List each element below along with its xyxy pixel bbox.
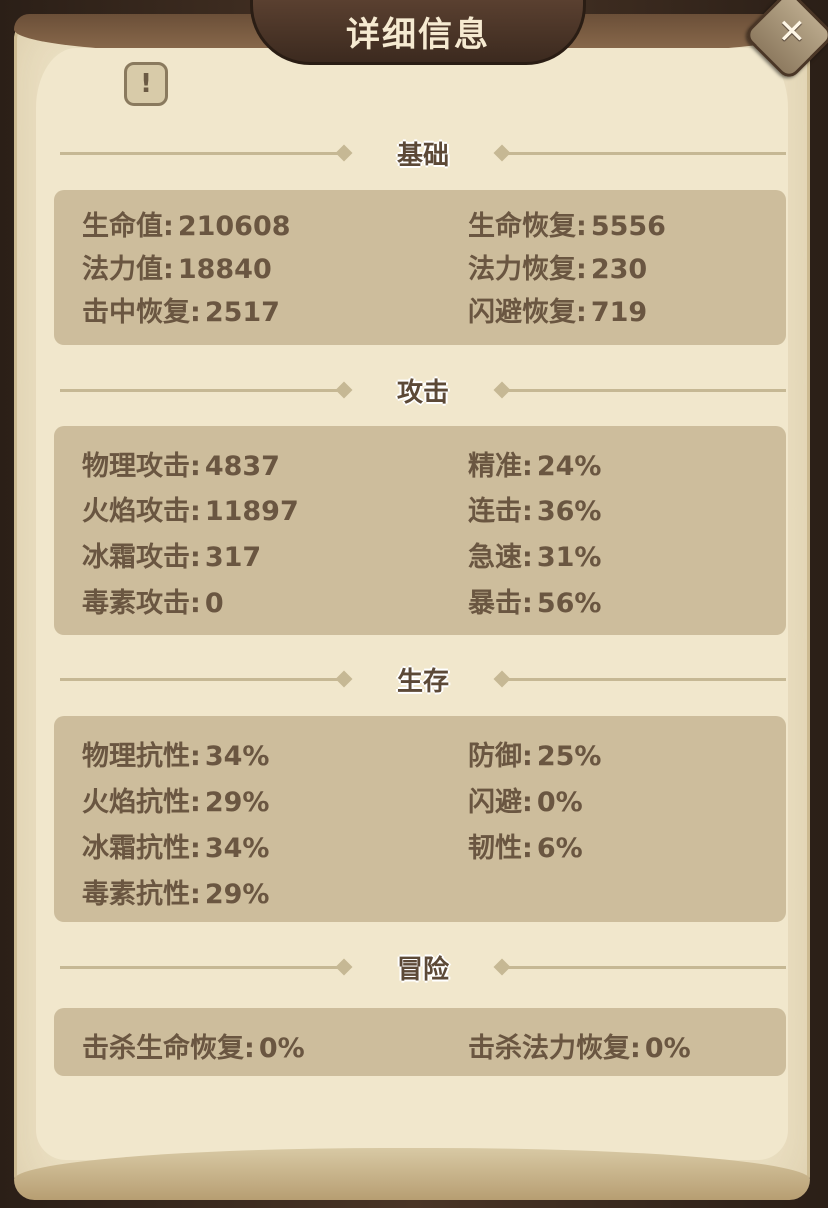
stat-row: 物理抗性: 34% <box>82 741 270 772</box>
divider <box>60 388 348 392</box>
divider <box>498 151 786 155</box>
stat-row: 火焰抗性: 29% <box>82 787 270 818</box>
stat-row: 暴击: 56% <box>468 588 602 619</box>
section-label: 攻击 <box>396 377 449 408</box>
stat-row: 毒素抗性: 29% <box>82 879 270 910</box>
title-plate: 详细信息 <box>250 0 586 65</box>
stat-row: 法力值: 18840 <box>82 254 272 285</box>
stat-row: 闪避恢复: 719 <box>468 297 648 328</box>
section-header-survival: 生存 <box>60 664 786 697</box>
info-button[interactable]: ! <box>124 62 168 106</box>
stat-row: 生命值: 210608 <box>82 211 291 242</box>
divider <box>498 965 786 969</box>
section-label: 冒险 <box>396 954 449 985</box>
section-header-basic: 基础 <box>60 138 786 171</box>
panel-title: 详细信息 <box>346 14 490 55</box>
section-label: 生存 <box>396 666 449 697</box>
stat-row: 击中恢复: 2517 <box>82 297 280 328</box>
section-label: 基础 <box>396 140 449 171</box>
stat-row: 击杀生命恢复: 0% <box>82 1033 305 1064</box>
stats-box-adventure: 击杀生命恢复: 0% 击杀法力恢复: 0% <box>54 1008 786 1076</box>
divider <box>60 677 348 681</box>
stat-row: 物理攻击: 4837 <box>82 451 280 482</box>
stats-box-basic: 生命值: 210608 法力值: 18840 击中恢复: 2517 生命恢复: 5556… <box>54 190 786 345</box>
stat-row: 急速: 31% <box>468 542 602 573</box>
stat-row: 精准: 24% <box>468 451 602 482</box>
exclamation-icon: ! <box>140 69 152 99</box>
close-icon: ✕ <box>777 12 807 53</box>
stat-row: 冰霜攻击: 317 <box>82 542 262 573</box>
stat-row: 韧性: 6% <box>468 833 583 864</box>
stat-row: 毒素攻击: 0 <box>82 588 224 619</box>
section-header-adventure: 冒险 <box>60 952 786 985</box>
stats-box-attack: 物理攻击: 4837 火焰攻击: 11897 冰霜攻击: 317 毒素攻击: 0 精准:… <box>54 426 786 635</box>
stat-row: 生命恢复: 5556 <box>468 211 666 242</box>
divider <box>60 151 348 155</box>
stat-row: 闪避: 0% <box>468 787 583 818</box>
divider <box>498 677 786 681</box>
stat-row: 击杀法力恢复: 0% <box>468 1033 691 1064</box>
stat-row: 连击: 36% <box>468 496 602 527</box>
divider <box>498 388 786 392</box>
stats-box-survival: 物理抗性: 34% 火焰抗性: 29% 冰霜抗性: 34% 毒素抗性: 29% 防御: 2… <box>54 716 786 922</box>
stat-row: 法力恢复: 230 <box>468 254 648 285</box>
stat-row: 防御: 25% <box>468 741 602 772</box>
section-header-attack: 攻击 <box>60 375 786 408</box>
stat-row: 火焰攻击: 11897 <box>82 496 299 527</box>
stat-row: 冰霜抗性: 34% <box>82 833 270 864</box>
divider <box>60 965 348 969</box>
